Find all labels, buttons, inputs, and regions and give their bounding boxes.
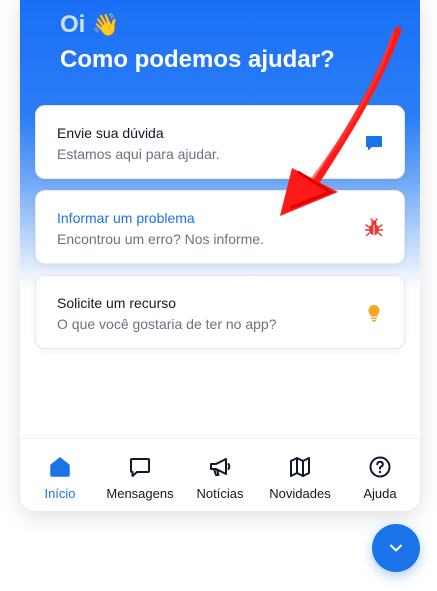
card-request-feature[interactable]: Solicite um recurso O que você gostaria … xyxy=(35,275,405,349)
waving-hand-icon: 👋 xyxy=(92,12,120,37)
nav-item-messages[interactable]: Mensagens xyxy=(100,439,180,511)
help-circle-icon xyxy=(369,456,391,478)
megaphone-icon xyxy=(210,458,231,476)
message-icon xyxy=(130,458,150,477)
lightbulb-icon xyxy=(368,304,380,322)
nav-item-news[interactable]: Notícias xyxy=(180,439,260,511)
nav-item-home[interactable]: Início xyxy=(20,439,100,511)
collapse-widget-button[interactable] xyxy=(372,524,420,572)
nav-label: Novidades xyxy=(269,486,331,501)
card-subtitle: Encontrou um erro? Nos informe. xyxy=(57,231,264,247)
card-title: Envie sua dúvida xyxy=(57,125,164,141)
greeting: Oi 👋 xyxy=(60,11,119,39)
nav-label: Início xyxy=(44,486,76,501)
help-widget: Oi 👋 Como podemos ajudar? Envie sua dúvi… xyxy=(20,0,420,511)
annotation-arrow xyxy=(280,26,402,216)
chevron-down-icon xyxy=(390,544,402,552)
nav-label: Ajuda xyxy=(363,486,397,501)
nav-item-updates[interactable]: Novidades xyxy=(260,439,340,511)
map-icon xyxy=(290,457,310,477)
bottom-navigation: Início Mensagens Notícias Novidades Ajud… xyxy=(20,438,420,511)
nav-item-help[interactable]: Ajuda xyxy=(340,439,420,511)
card-subtitle: O que você gostaria de ter no app? xyxy=(57,316,277,332)
nav-label: Notícias xyxy=(196,486,244,501)
greeting-text: Oi xyxy=(60,11,86,38)
home-icon xyxy=(50,457,70,477)
card-subtitle: Estamos aqui para ajudar. xyxy=(57,146,220,162)
nav-label: Mensagens xyxy=(106,486,174,501)
card-title: Solicite um recurso xyxy=(57,295,177,311)
card-title: Informar um problema xyxy=(57,210,195,226)
